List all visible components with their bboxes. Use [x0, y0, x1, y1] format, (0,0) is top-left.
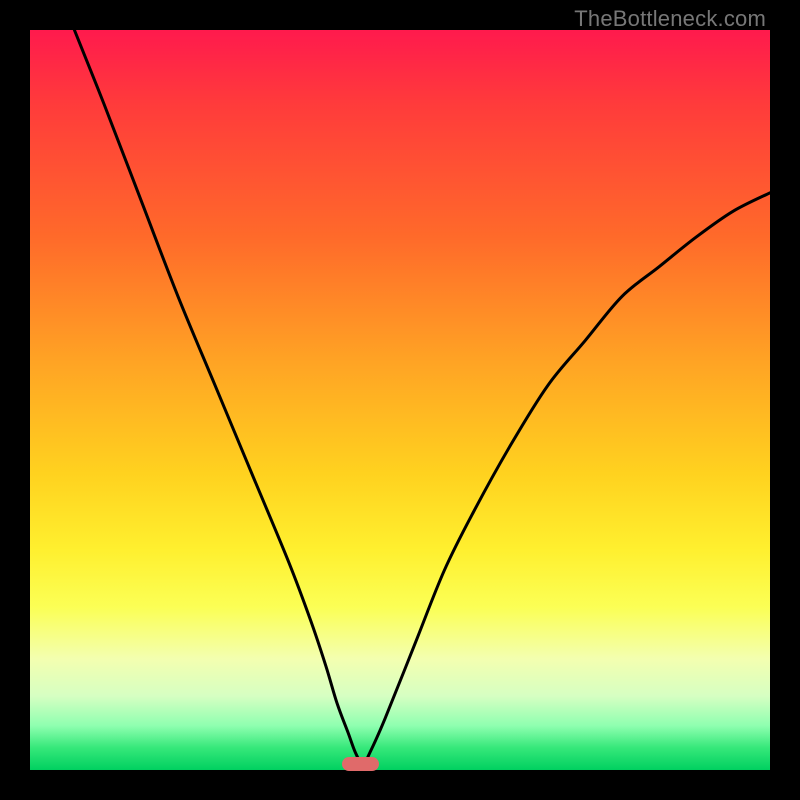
chart-plot-area: [30, 30, 770, 770]
watermark-text: TheBottleneck.com: [574, 6, 766, 32]
optimal-marker: [342, 757, 379, 771]
chart-frame: [30, 30, 770, 770]
